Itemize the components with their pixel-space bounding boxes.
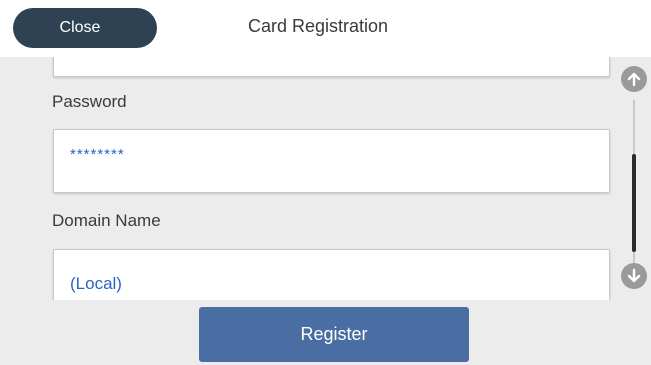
password-value: ******** [70,146,125,163]
domain-name-value: (Local) [70,274,122,293]
register-button[interactable]: Register [199,307,469,362]
footer-bar: Register [0,300,651,365]
scrollbar[interactable] [621,66,651,300]
form-scroll-area[interactable]: Password ******** Domain Name (Local) [0,57,651,300]
page-title: Card Registration [248,16,389,36]
domain-name-field[interactable]: (Local) [53,249,610,300]
arrow-down-icon[interactable] [621,263,647,289]
close-button[interactable]: Close [13,8,157,48]
arrow-up-icon[interactable] [621,66,647,92]
scroll-thumb[interactable] [632,154,636,252]
header-bar: Close Card Registration [0,0,651,57]
password-label: Password [52,92,127,111]
previous-field-input[interactable] [53,57,610,77]
domain-name-label: Domain Name [52,211,161,230]
password-field[interactable]: ******** [53,129,610,193]
